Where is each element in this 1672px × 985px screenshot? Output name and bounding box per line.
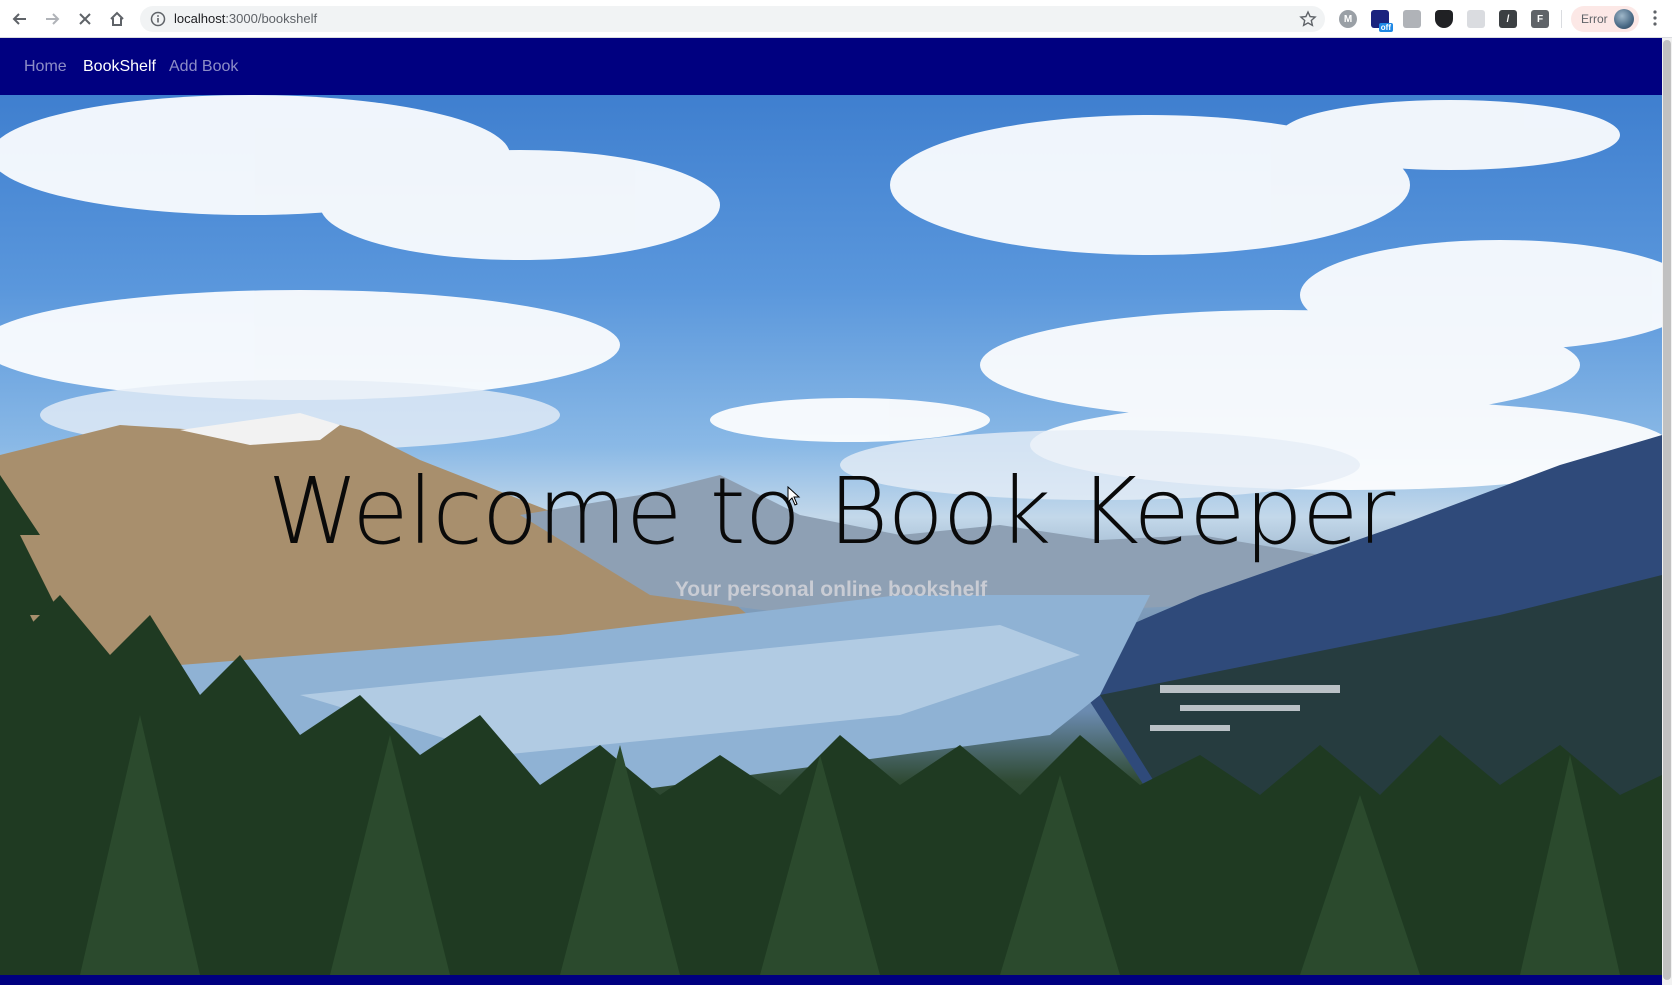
url-text: localhost:3000/bookshelf xyxy=(174,11,317,26)
mouse-cursor-icon xyxy=(787,485,801,511)
url-path: :3000/bookshelf xyxy=(225,11,318,26)
error-label: Error xyxy=(1581,12,1608,26)
hero-title: Welcome to Book Keeper xyxy=(267,458,1396,565)
forward-icon[interactable] xyxy=(40,7,64,31)
address-bar[interactable]: localhost:3000/bookshelf xyxy=(140,6,1325,32)
image-extension-icon[interactable] xyxy=(1403,10,1421,28)
f-extension-icon[interactable]: F xyxy=(1531,10,1549,28)
off-extension-icon[interactable]: off xyxy=(1371,10,1393,32)
footer-band xyxy=(0,975,1662,985)
back-icon[interactable] xyxy=(8,7,32,31)
star-icon[interactable] xyxy=(1299,10,1317,33)
info-icon[interactable] xyxy=(150,11,166,32)
home-icon[interactable] xyxy=(105,7,129,31)
hero-banner: Welcome to Book Keeper Your personal onl… xyxy=(0,95,1662,975)
m-extension-icon[interactable]: M xyxy=(1339,10,1357,28)
page-scrollbar[interactable] xyxy=(1662,38,1672,985)
nav-link-bookshelf[interactable]: BookShelf xyxy=(83,58,156,76)
hero-subtitle: Your personal online bookshelf xyxy=(674,578,988,601)
browser-toolbar: localhost:3000/bookshelf M off / F Error xyxy=(0,0,1672,38)
shield-extension-icon[interactable] xyxy=(1435,10,1453,28)
url-host: localhost xyxy=(174,11,226,26)
slash-extension-icon[interactable]: / xyxy=(1499,10,1517,28)
scrollbar-thumb[interactable] xyxy=(1663,40,1671,980)
profile-error-chip[interactable]: Error xyxy=(1571,6,1639,32)
avatar xyxy=(1614,9,1634,29)
toolbar-separator xyxy=(1561,10,1562,28)
nav-link-add-book[interactable]: Add Book xyxy=(169,58,238,76)
tabs-extension-icon[interactable] xyxy=(1467,10,1485,28)
stop-icon[interactable] xyxy=(73,7,97,31)
nav-link-home[interactable]: Home xyxy=(24,58,67,76)
kebab-menu-icon[interactable] xyxy=(1652,8,1658,33)
app-navbar: Home BookShelf Add Book xyxy=(0,38,1662,95)
